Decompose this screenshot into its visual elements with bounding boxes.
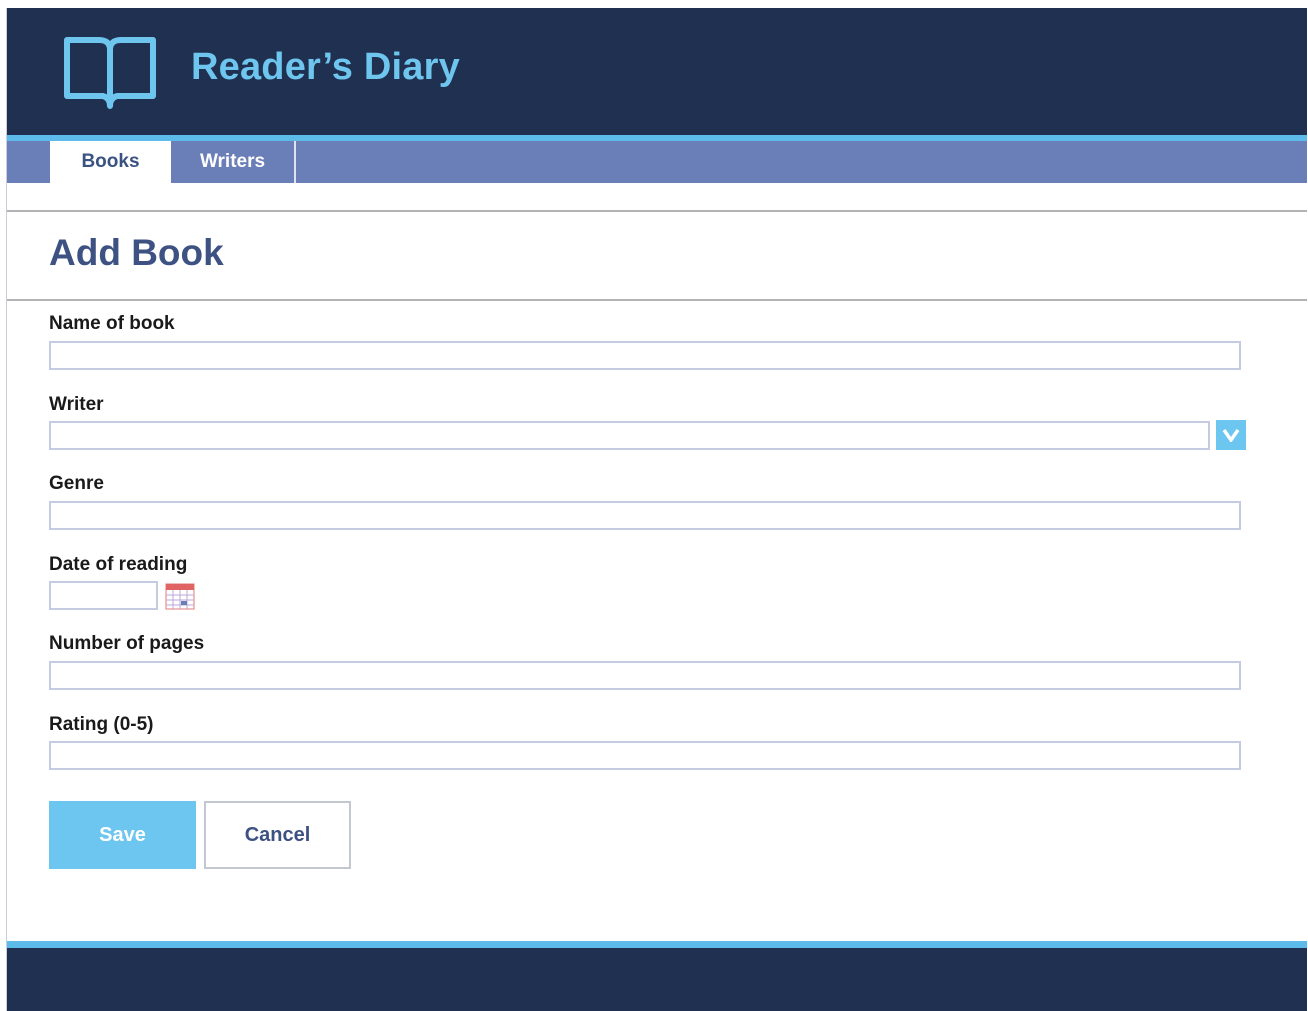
genre-label: Genre bbox=[49, 473, 104, 494]
writer-label: Writer bbox=[49, 394, 104, 415]
footer-accent-line bbox=[7, 941, 1307, 948]
main-nav: Books Writers bbox=[7, 141, 1307, 183]
divider bbox=[7, 210, 1307, 212]
date-of-reading-input[interactable] bbox=[49, 581, 158, 610]
date-of-reading-label: Date of reading bbox=[49, 554, 188, 575]
number-of-pages-input[interactable] bbox=[49, 661, 1241, 690]
name-of-book-label: Name of book bbox=[49, 313, 175, 334]
tab-writers[interactable]: Writers bbox=[171, 141, 296, 183]
cancel-button[interactable]: Cancel bbox=[204, 801, 351, 869]
app-footer bbox=[7, 948, 1307, 1011]
calendar-icon[interactable] bbox=[165, 583, 195, 610]
app-title: Reader’s Diary bbox=[191, 46, 460, 88]
rating-label: Rating (0-5) bbox=[49, 714, 154, 735]
open-book-icon bbox=[64, 37, 156, 109]
writer-select[interactable] bbox=[49, 421, 1210, 450]
number-of-pages-label: Number of pages bbox=[49, 633, 205, 654]
tab-books[interactable]: Books bbox=[50, 141, 171, 183]
app-header: Reader’s Diary bbox=[7, 8, 1307, 135]
chevron-down-icon bbox=[1222, 428, 1240, 442]
genre-input[interactable] bbox=[49, 501, 1241, 530]
save-button[interactable]: Save bbox=[49, 801, 196, 869]
rating-input[interactable] bbox=[49, 741, 1241, 770]
divider bbox=[7, 299, 1307, 301]
writer-dropdown-button[interactable] bbox=[1216, 420, 1246, 450]
page-title: Add Book bbox=[49, 232, 224, 273]
name-of-book-input[interactable] bbox=[49, 341, 1241, 370]
app-window: Reader’s Diary Books Writers Add Book Na… bbox=[6, 8, 1307, 1011]
